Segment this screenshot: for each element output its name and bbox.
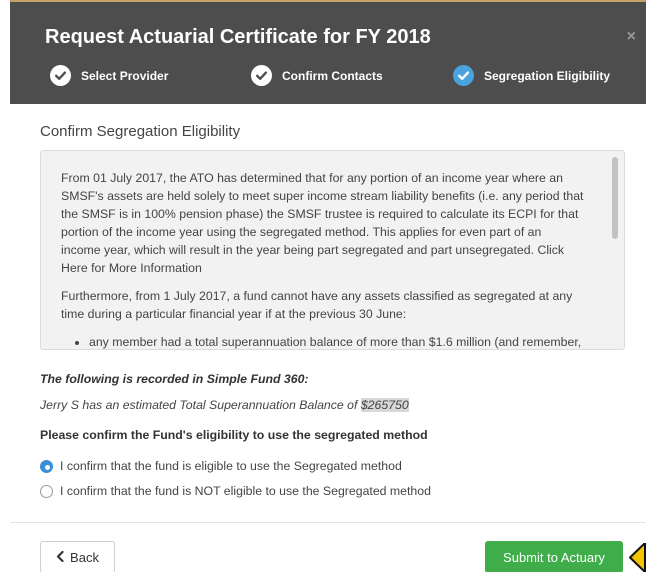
- info-scroll-box[interactable]: From 01 July 2017, the ATO has determine…: [40, 150, 625, 350]
- radio-option-not-eligible[interactable]: I confirm that the fund is NOT eligible …: [40, 484, 431, 498]
- radio-label: I confirm that the fund is NOT eligible …: [60, 484, 431, 498]
- eligibility-question: Please confirm the Fund's eligibility to…: [40, 428, 428, 442]
- info-list: any member had a total superannuation ba…: [89, 333, 584, 349]
- scrollbar-thumb[interactable]: [612, 157, 618, 239]
- balance-line: Jerry S has an estimated Total Superannu…: [40, 398, 409, 412]
- submit-to-actuary-button[interactable]: Submit to Actuary: [485, 541, 623, 572]
- back-button[interactable]: Back: [40, 541, 115, 572]
- back-label: Back: [70, 549, 99, 565]
- pointer-arrow-icon: [629, 543, 646, 572]
- balance-text: Jerry S has an estimated Total Superannu…: [40, 398, 361, 412]
- step-segregation-eligibility[interactable]: Segregation Eligibility: [453, 65, 610, 86]
- recorded-label: The following is recorded in Simple Fund…: [40, 372, 309, 386]
- radio-button[interactable]: [40, 484, 53, 498]
- balance-amount: $265750: [360, 398, 409, 412]
- step-confirm-contacts[interactable]: Confirm Contacts: [251, 65, 383, 86]
- close-icon[interactable]: ×: [627, 28, 636, 46]
- step-label: Segregation Eligibility: [484, 68, 611, 83]
- modal-title: Request Actuarial Certificate for FY 201…: [45, 26, 431, 48]
- info-paragraph: From 01 July 2017, the ATO has determine…: [61, 171, 584, 275]
- step-label: Confirm Contacts: [282, 68, 383, 83]
- scrollbar[interactable]: [612, 157, 618, 345]
- radio-button[interactable]: [40, 459, 53, 473]
- radio-option-eligible[interactable]: I confirm that the fund is eligible to u…: [40, 459, 402, 473]
- radio-label: I confirm that the fund is eligible to u…: [60, 459, 402, 473]
- info-paragraph: Furthermore, from 1 July 2017, a fund ca…: [61, 289, 573, 321]
- step-select-provider[interactable]: Select Provider: [50, 65, 168, 86]
- info-bullet: any member had a total superannuation ba…: [89, 333, 584, 349]
- section-title: Confirm Segregation Eligibility: [40, 123, 241, 140]
- chevron-left-icon: [56, 550, 64, 565]
- modal-header: Request Actuarial Certificate for FY 201…: [10, 0, 646, 104]
- actuarial-request-modal: Request Actuarial Certificate for FY 201…: [10, 0, 646, 572]
- footer-divider: [10, 522, 646, 523]
- step-label: Select Provider: [81, 68, 169, 83]
- check-circle-icon: [453, 65, 474, 86]
- check-circle-icon: [50, 65, 71, 86]
- check-circle-icon: [251, 65, 272, 86]
